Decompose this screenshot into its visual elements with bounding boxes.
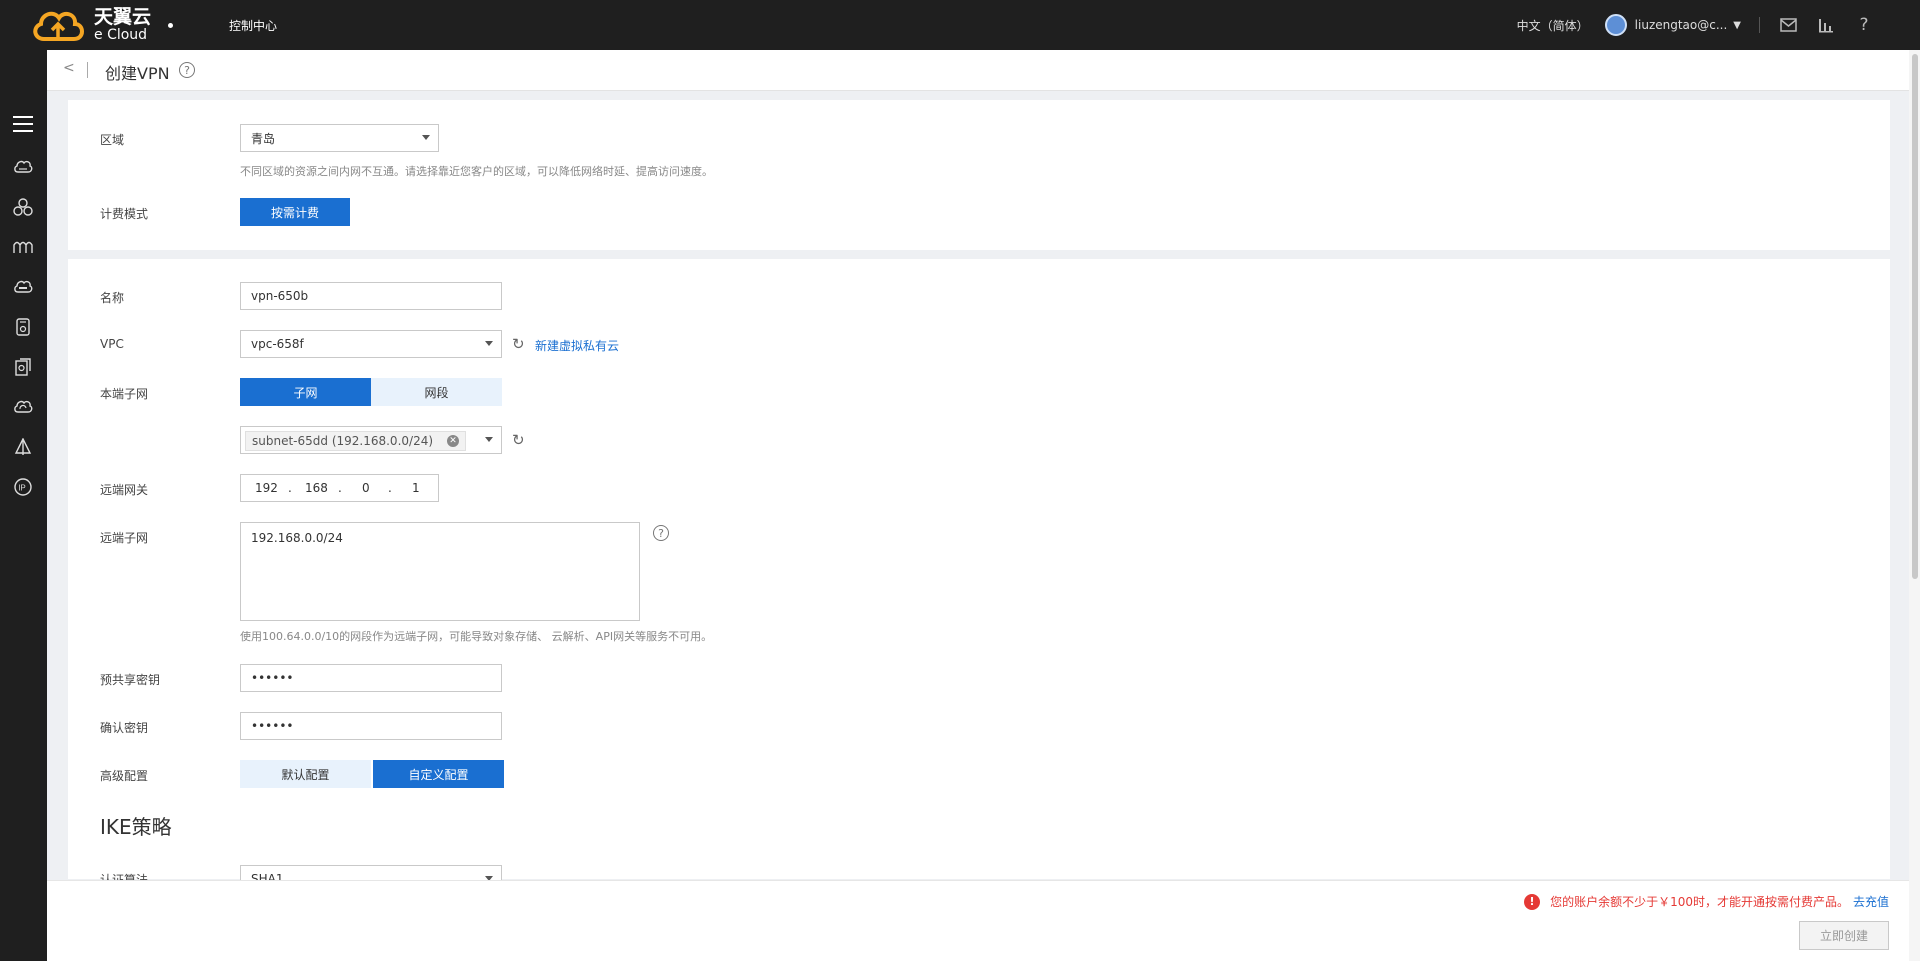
balance-warning: ! 您的账户余额不少于￥100时，才能开通按需付费产品。 去充值 — [1524, 893, 1889, 910]
divider — [87, 62, 88, 78]
cloud-server-icon[interactable] — [11, 155, 35, 179]
page-title: 创建VPN — [105, 64, 170, 83]
ip-octet-2[interactable]: 168 — [305, 481, 328, 495]
name-value: vpn-650b — [251, 289, 309, 303]
mail-icon[interactable] — [1778, 15, 1798, 35]
subnet-select[interactable]: subnet-65dd (192.168.0.0/24) ✕ — [240, 426, 502, 454]
divider — [1759, 17, 1760, 33]
confirm-psk-value: •••••• — [251, 719, 294, 733]
tab-subnet[interactable]: 子网 — [240, 378, 371, 406]
name-label: 名称 — [100, 291, 125, 305]
chevron-down-icon — [485, 341, 493, 346]
cloud-disk-icon[interactable] — [11, 275, 35, 299]
remote-gateway-input[interactable]: 192 . 168 . 0 . 1 — [240, 474, 439, 502]
region-hint: 不同区域的资源之间内网不互通。请选择靠近您客户的区域，可以降低网络时延、提高访问… — [240, 165, 713, 178]
on-demand-billing-button[interactable]: 按需计费 — [240, 198, 350, 226]
remote-subnet-value: 192.168.0.0/24 — [251, 531, 343, 545]
tab-cidr[interactable]: 网段 — [371, 378, 502, 406]
brand-name-cn: 天翼云 — [94, 6, 152, 28]
help-circle-icon[interactable]: ? — [179, 62, 195, 78]
help-icon[interactable]: ? — [1854, 15, 1874, 35]
billing-label: 计费模式 — [100, 207, 149, 221]
confirm-psk-label: 确认密钥 — [100, 721, 149, 735]
bar-chart-icon[interactable] — [1816, 15, 1836, 35]
top-navbar: 天翼云 e Cloud 控制中心 中文（简体） liuzengtao@c... … — [0, 0, 1920, 50]
username[interactable]: liuzengtao@c... — [1635, 18, 1728, 32]
confirm-psk-input[interactable]: •••••• — [240, 712, 502, 740]
remote-subnet-label: 远端子网 — [100, 531, 149, 545]
region-billing-card: 区域 青岛 不同区域的资源之间内网不互通。请选择靠近您客户的区域，可以降低网络时… — [68, 100, 1890, 250]
ip-separator: . — [388, 481, 392, 495]
ike-policy-title: IKE策略 — [100, 815, 172, 839]
language-switcher[interactable]: 中文（简体） — [1517, 17, 1589, 34]
document-settings-icon[interactable] — [11, 355, 35, 379]
remote-gateway-label: 远端网关 — [100, 483, 149, 497]
left-sidebar: IP — [0, 50, 47, 961]
bridge-icon[interactable] — [11, 235, 35, 259]
close-icon[interactable]: ✕ — [447, 435, 460, 447]
remote-subnet-textarea[interactable]: 192.168.0.0/24 — [240, 522, 640, 621]
vpc-value: vpc-658f — [251, 337, 304, 351]
region-value: 青岛 — [251, 131, 276, 146]
psk-label: 预共享密钥 — [100, 673, 161, 687]
chevron-down-icon[interactable]: ▼ — [1733, 20, 1741, 31]
vpc-select[interactable]: vpc-658f — [240, 330, 502, 358]
ip-separator: . — [338, 481, 342, 495]
network-tower-icon[interactable] — [11, 435, 35, 459]
region-label: 区域 — [100, 133, 125, 147]
help-circle-icon[interactable]: ? — [653, 525, 669, 541]
storage-icon[interactable] — [11, 315, 35, 339]
elastic-ip-icon[interactable]: IP — [11, 475, 35, 499]
region-select[interactable]: 青岛 — [240, 124, 439, 152]
logo-dot — [168, 23, 173, 28]
default-config-button[interactable]: 默认配置 — [240, 760, 371, 788]
ip-octet-4[interactable]: 1 — [412, 481, 420, 495]
psk-input[interactable]: •••••• — [240, 664, 502, 692]
subnet-tag-label: subnet-65dd (192.168.0.0/24) — [252, 434, 434, 448]
cloud-logo-icon — [33, 11, 84, 41]
ecloud-logo[interactable]: 天翼云 e Cloud — [30, 4, 151, 46]
psk-value: •••••• — [251, 671, 294, 685]
ip-octet-1[interactable]: 192 — [255, 481, 278, 495]
vpc-label: VPC — [100, 337, 124, 351]
create-now-button[interactable]: 立即创建 — [1799, 921, 1889, 950]
refresh-subnet-icon[interactable]: ↻ — [512, 431, 525, 449]
menu-icon[interactable] — [13, 116, 33, 137]
refresh-vpc-icon[interactable]: ↻ — [512, 335, 525, 353]
back-arrow-icon[interactable]: < — [63, 60, 75, 76]
scrollbar-thumb[interactable] — [1912, 54, 1918, 579]
ip-separator: . — [288, 481, 292, 495]
cloud-sync-icon[interactable] — [11, 395, 35, 419]
ip-octet-3[interactable]: 0 — [362, 481, 370, 495]
advanced-label: 高级配置 — [100, 769, 149, 783]
recharge-link[interactable]: 去充值 — [1853, 893, 1889, 910]
remote-subnet-hint: 使用100.64.0.0/10的网段作为远端子网，可能导致对象存储、 云解析、A… — [240, 630, 713, 643]
avatar[interactable] — [1604, 14, 1627, 36]
svg-text:IP: IP — [18, 484, 26, 493]
bottom-action-bar: ! 您的账户余额不少于￥100时，才能开通按需付费产品。 去充值 立即创建 — [47, 880, 1909, 961]
console-link[interactable]: 控制中心 — [229, 17, 277, 34]
brand-name-en: e Cloud — [94, 27, 148, 43]
local-subnet-label: 本端子网 — [100, 387, 149, 401]
subnet-tag: subnet-65dd (192.168.0.0/24) ✕ — [245, 431, 467, 451]
chevron-down-icon — [485, 437, 493, 442]
breadcrumb: < 创建VPN ? — [47, 50, 1909, 91]
custom-config-button[interactable]: 自定义配置 — [373, 760, 504, 788]
name-input[interactable]: vpn-650b — [240, 282, 502, 310]
cluster-icon[interactable] — [11, 195, 35, 219]
create-vpc-link[interactable]: 新建虚拟私有云 — [535, 337, 619, 354]
warning-text: 您的账户余额不少于￥100时，才能开通按需付费产品。 — [1550, 895, 1849, 909]
alert-icon: ! — [1524, 893, 1541, 910]
chevron-down-icon — [422, 135, 430, 140]
vpn-config-card: 名称 vpn-650b VPC vpc-658f ↻ 新建虚拟私有云 本端子网 … — [68, 259, 1890, 893]
